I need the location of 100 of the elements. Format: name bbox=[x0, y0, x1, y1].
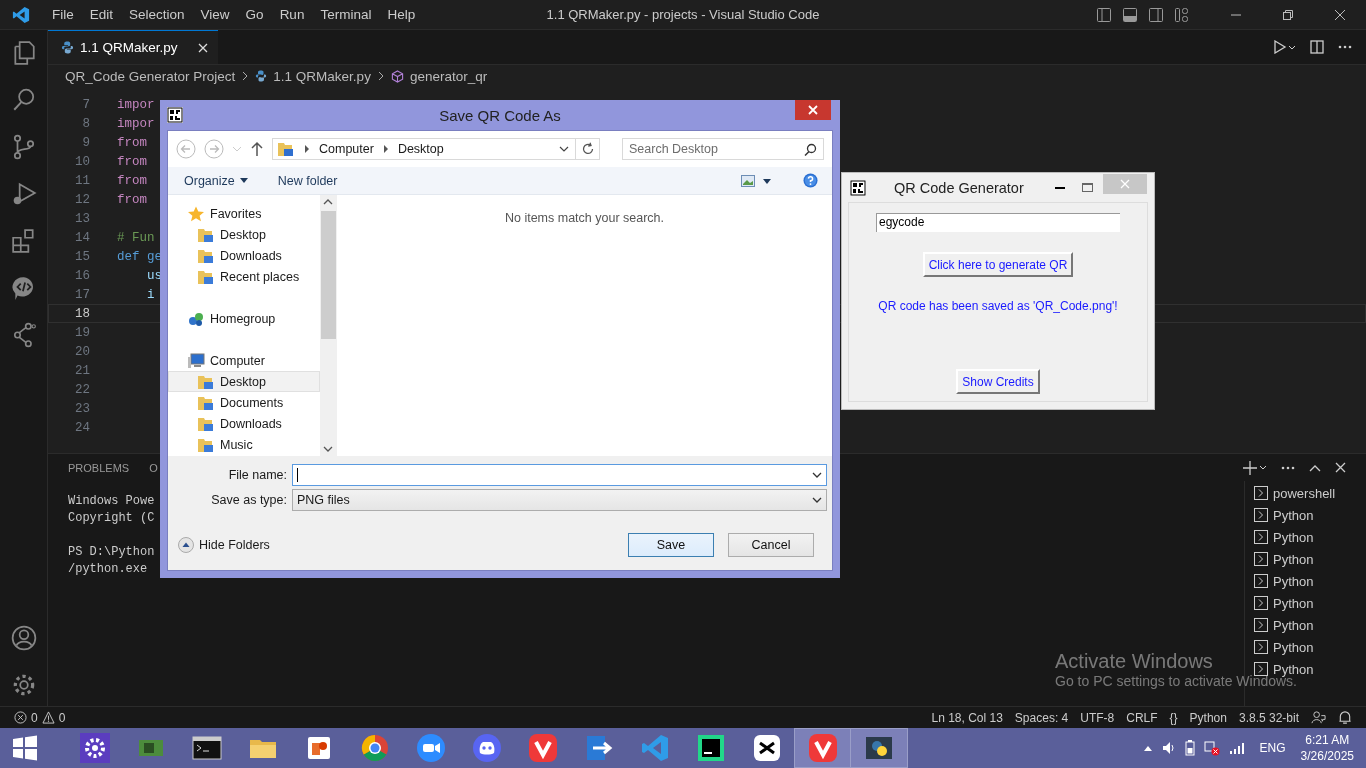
scroll-down-icon[interactable] bbox=[323, 446, 333, 452]
close-button[interactable] bbox=[795, 100, 831, 120]
breadcrumb-item[interactable]: 1.1 QRMaker.py bbox=[273, 68, 371, 84]
terminal-list-item[interactable]: Python bbox=[1245, 636, 1366, 658]
status-item[interactable]: {} bbox=[1169, 710, 1178, 725]
feedback-icon[interactable] bbox=[1311, 710, 1326, 725]
maximize-icon[interactable] bbox=[1082, 183, 1093, 192]
bell-icon[interactable] bbox=[1338, 710, 1352, 725]
maximize-panel-icon[interactable] bbox=[1309, 463, 1321, 472]
refresh-button[interactable] bbox=[576, 138, 600, 160]
layout-icon[interactable] bbox=[1174, 6, 1190, 23]
nav-item[interactable]: Desktop bbox=[168, 371, 320, 392]
status-item[interactable]: Ln 18, Col 13 bbox=[931, 710, 1003, 725]
nav-item[interactable]: Documents bbox=[168, 392, 320, 413]
chevron-icon bbox=[376, 71, 385, 81]
cross-icon bbox=[752, 733, 782, 763]
status-item[interactable]: Python bbox=[1189, 710, 1227, 725]
volume-icon[interactable] bbox=[1161, 741, 1176, 755]
file-name-field[interactable] bbox=[292, 464, 827, 486]
taskbar-app[interactable] bbox=[850, 728, 908, 768]
cancel-button[interactable]: Cancel bbox=[728, 533, 814, 557]
activation-title: Activate Windows bbox=[1055, 650, 1213, 673]
new-folder-button[interactable]: New folder bbox=[277, 173, 338, 188]
close-panel-icon[interactable] bbox=[1335, 462, 1346, 473]
credits-button[interactable]: Show Credits bbox=[956, 369, 1040, 394]
status-item[interactable]: Spaces: 4 bbox=[1014, 710, 1069, 725]
editor-tab[interactable]: 1.1 QRMaker.py bbox=[48, 30, 218, 64]
start-icon[interactable] bbox=[12, 735, 38, 761]
extensions-icon[interactable] bbox=[10, 228, 37, 254]
close-icon[interactable] bbox=[197, 42, 208, 53]
status-item[interactable]: 3.8.5 32-bit bbox=[1238, 710, 1299, 725]
search-icon bbox=[804, 143, 817, 156]
menu-item[interactable]: View bbox=[192, 7, 238, 22]
menu-item[interactable]: Run bbox=[271, 7, 313, 22]
view-options-icon[interactable] bbox=[741, 174, 773, 187]
nav-item[interactable]: Favorites bbox=[168, 203, 320, 224]
line-number: 19 bbox=[74, 325, 90, 340]
account-icon[interactable] bbox=[10, 625, 37, 651]
close-icon[interactable] bbox=[1334, 8, 1346, 21]
nav-item[interactable]: Recent places bbox=[168, 266, 320, 287]
status-item[interactable]: UTF-8 bbox=[1080, 710, 1115, 725]
run-icon[interactable] bbox=[1274, 40, 1296, 54]
hide-folders-button[interactable]: Hide Folders bbox=[178, 537, 270, 553]
address-bar[interactable]: Computer Desktop bbox=[272, 138, 576, 160]
secondary-sidebar-icon[interactable] bbox=[1148, 6, 1164, 23]
nav-item[interactable]: Computer bbox=[168, 350, 320, 371]
terminal-list-item[interactable]: Python bbox=[1245, 548, 1366, 570]
code-editor-icon bbox=[640, 733, 670, 763]
nav-item[interactable]: Desktop bbox=[168, 224, 320, 245]
scrollbar-thumb[interactable] bbox=[320, 211, 336, 339]
search-field[interactable]: Search Desktop bbox=[622, 138, 824, 160]
menu-item[interactable]: Help bbox=[379, 7, 424, 22]
split-editor-icon[interactable] bbox=[1310, 40, 1324, 54]
nav-item[interactable]: Music bbox=[168, 434, 320, 455]
panel-tab[interactable]: PROBLEMS bbox=[68, 461, 130, 474]
line-number: 20 bbox=[74, 344, 90, 359]
sidebar-toggle-icon[interactable] bbox=[1096, 6, 1112, 23]
clock-date[interactable]: 3/26/2025 bbox=[1300, 748, 1354, 764]
language-indicator[interactable]: ENG bbox=[1259, 741, 1286, 755]
signal-icon[interactable] bbox=[1228, 742, 1245, 754]
panel-toggle-icon[interactable] bbox=[1122, 6, 1138, 23]
menu-item[interactable]: Terminal bbox=[312, 7, 380, 22]
folder-icon bbox=[197, 226, 215, 243]
text-input[interactable]: egycode bbox=[876, 213, 1120, 232]
menu-item[interactable]: Edit bbox=[81, 7, 122, 22]
error-count[interactable]: 0 bbox=[31, 710, 38, 725]
menu-item[interactable]: Go bbox=[237, 7, 272, 22]
breadcrumb-item[interactable]: generator_qr bbox=[409, 68, 488, 84]
no-network-icon[interactable] bbox=[1203, 740, 1220, 756]
save-button[interactable]: Save bbox=[628, 533, 714, 557]
scroll-up-icon[interactable] bbox=[323, 199, 333, 205]
up-arrow-icon[interactable] bbox=[250, 141, 264, 157]
generate-button[interactable]: Click here to generate QR bbox=[922, 252, 1074, 277]
terminal-list-item[interactable]: Python bbox=[1245, 614, 1366, 636]
help-icon[interactable] bbox=[803, 173, 818, 188]
warning-count[interactable]: 0 bbox=[58, 710, 66, 725]
organize-menu[interactable]: Organize bbox=[184, 173, 248, 188]
nav-item[interactable]: Downloads bbox=[168, 413, 320, 434]
nav-item[interactable]: Downloads bbox=[168, 245, 320, 266]
panel-tab[interactable]: O bbox=[149, 461, 158, 474]
python-file-icon bbox=[255, 70, 268, 82]
new-terminal-icon[interactable] bbox=[1243, 460, 1267, 475]
menu-item[interactable]: File bbox=[44, 7, 82, 22]
status-item[interactable]: CRLF bbox=[1126, 710, 1158, 725]
terminal-list-item[interactable]: Python bbox=[1245, 592, 1366, 614]
more-icon[interactable] bbox=[1338, 45, 1352, 49]
terminal-list-item[interactable]: Python bbox=[1245, 504, 1366, 526]
breadcrumb-item[interactable]: QR_Code Generator Project bbox=[65, 68, 236, 84]
restore-icon[interactable] bbox=[1282, 8, 1294, 21]
clock-time[interactable]: 6:21 AM bbox=[1305, 732, 1350, 748]
save-type-dropdown[interactable]: PNG files bbox=[292, 489, 827, 511]
nav-item[interactable]: Homegroup bbox=[168, 308, 320, 329]
caret-icon bbox=[559, 146, 569, 152]
menu-item[interactable]: Selection bbox=[121, 7, 193, 22]
battery-icon[interactable] bbox=[1184, 740, 1195, 756]
terminal-list-item[interactable]: Python bbox=[1245, 570, 1366, 592]
terminal-list-item[interactable]: Python bbox=[1245, 526, 1366, 548]
terminal-list-item[interactable]: powershell bbox=[1245, 482, 1366, 504]
more-icon[interactable] bbox=[1281, 465, 1295, 470]
tray-expand-icon[interactable] bbox=[1142, 744, 1153, 752]
